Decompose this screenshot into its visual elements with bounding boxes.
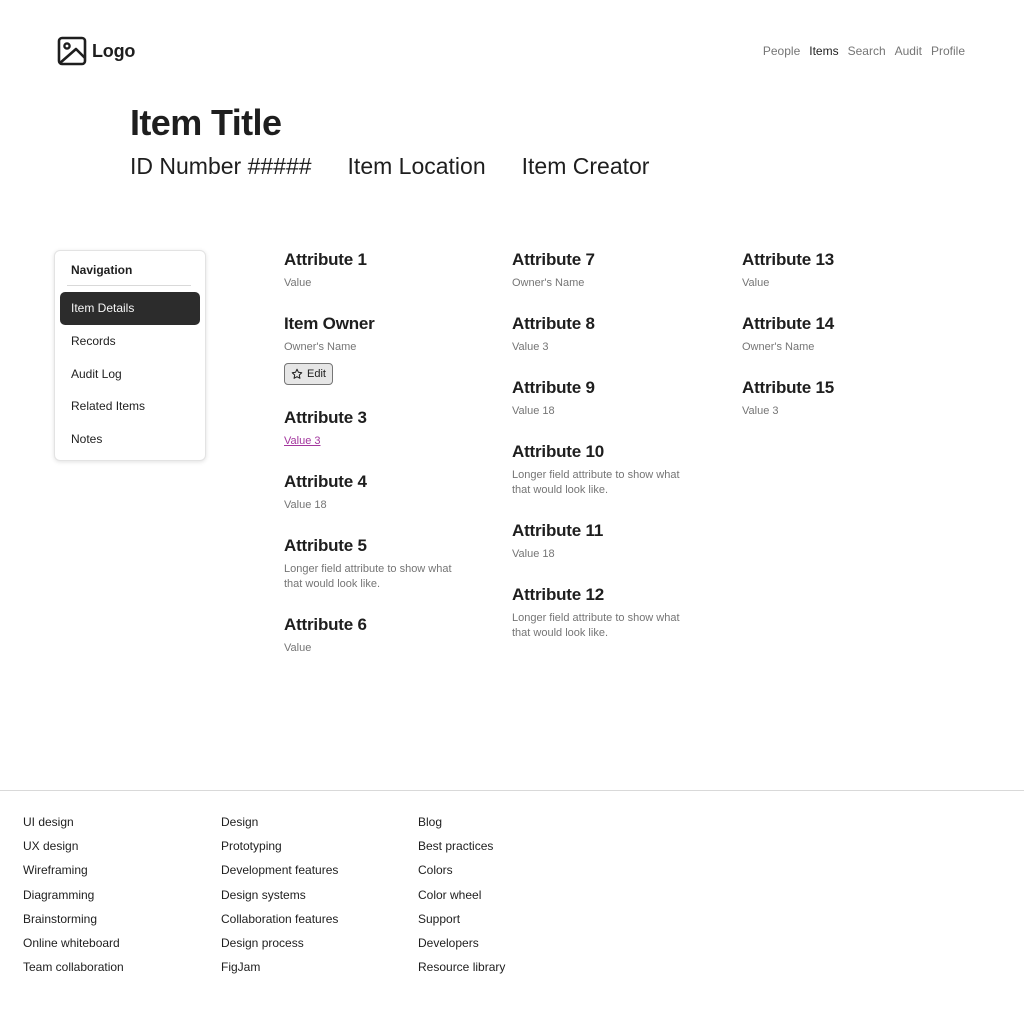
nav-link-profile[interactable]: Profile bbox=[931, 44, 965, 58]
sidebar-item-item-details[interactable]: Item Details bbox=[60, 292, 200, 325]
attribute-value: Longer field attribute to show what that… bbox=[512, 469, 680, 496]
edit-button-label: Edit bbox=[307, 368, 326, 380]
attribute-value: Value 3 bbox=[512, 341, 549, 353]
attribute-label: Attribute 10 bbox=[512, 442, 605, 461]
footer-column-3: Blog Best practices Colors Color wheel S… bbox=[418, 814, 505, 975]
attribute-label: Attribute 5 bbox=[284, 536, 367, 555]
item-owner: Item Owner Owner's Name Edit bbox=[284, 313, 494, 385]
item-location: Item Location bbox=[347, 153, 486, 179]
attribute-11: Attribute 11 Value 18 bbox=[512, 520, 722, 562]
footer-link[interactable]: Team collaboration bbox=[23, 959, 124, 975]
attribute-value: Value 18 bbox=[284, 499, 327, 511]
attribute-label: Item Owner bbox=[284, 314, 375, 333]
page-title: Item Title bbox=[130, 102, 282, 143]
footer-link[interactable]: Colors bbox=[418, 862, 505, 878]
star-icon bbox=[291, 368, 303, 379]
side-navigation: Navigation Item Details Records Audit Lo… bbox=[54, 250, 206, 461]
footer-link[interactable]: Support bbox=[418, 911, 505, 927]
attribute-6: Attribute 6 Value bbox=[284, 614, 494, 656]
nav-link-items[interactable]: Items bbox=[809, 44, 838, 58]
item-creator: Item Creator bbox=[521, 153, 650, 179]
divider bbox=[67, 285, 191, 286]
side-navigation-heading: Navigation bbox=[71, 263, 133, 277]
attribute-label: Attribute 13 bbox=[742, 250, 835, 269]
footer-link[interactable]: Best practices bbox=[418, 838, 505, 854]
attribute-13: Attribute 13 Value bbox=[742, 249, 952, 291]
footer-link[interactable]: UI design bbox=[23, 814, 124, 830]
sidebar-item-related-items[interactable]: Related Items bbox=[60, 390, 200, 423]
footer-link[interactable]: Design systems bbox=[221, 887, 338, 903]
attribute-label: Attribute 14 bbox=[742, 314, 835, 333]
attribute-9: Attribute 9 Value 18 bbox=[512, 377, 722, 419]
footer-link[interactable]: Developers bbox=[418, 935, 505, 951]
top-navigation: People Items Search Audit Profile bbox=[763, 44, 965, 58]
attribute-3: Attribute 3 Value 3 bbox=[284, 407, 494, 449]
footer-link[interactable]: UX design bbox=[23, 838, 124, 854]
attribute-column-1: Attribute 1 Value Item Owner Owner's Nam… bbox=[284, 249, 494, 678]
attribute-14: Attribute 14 Owner's Name bbox=[742, 313, 952, 355]
attribute-label: Attribute 12 bbox=[512, 585, 605, 604]
attribute-label: Attribute 6 bbox=[284, 615, 367, 634]
footer-link[interactable]: Brainstorming bbox=[23, 911, 124, 927]
attribute-label: Attribute 8 bbox=[512, 314, 595, 333]
attribute-value: Owner's Name bbox=[742, 341, 815, 353]
attribute-8: Attribute 8 Value 3 bbox=[512, 313, 722, 355]
attribute-column-2: Attribute 7 Owner's Name Attribute 8 Val… bbox=[512, 249, 722, 663]
logo[interactable]: Logo bbox=[57, 36, 135, 66]
attribute-label: Attribute 4 bbox=[284, 472, 367, 491]
attribute-value: Value 18 bbox=[512, 405, 555, 417]
nav-link-audit[interactable]: Audit bbox=[895, 44, 922, 58]
header: Logo People Items Search Audit Profile bbox=[0, 0, 1024, 100]
item-id: ID Number ##### bbox=[130, 153, 312, 179]
attribute-value: Owner's Name bbox=[284, 341, 357, 353]
attribute-10: Attribute 10 Longer field attribute to s… bbox=[512, 441, 722, 498]
footer-link[interactable]: Collaboration features bbox=[221, 911, 338, 927]
attribute-4: Attribute 4 Value 18 bbox=[284, 471, 494, 513]
logo-text: Logo bbox=[92, 40, 136, 61]
footer-link[interactable]: Development features bbox=[221, 862, 338, 878]
attribute-value: Value 18 bbox=[512, 548, 555, 560]
attribute-7: Attribute 7 Owner's Name bbox=[512, 249, 722, 291]
sidebar-item-notes[interactable]: Notes bbox=[60, 423, 200, 456]
attribute-value-link[interactable]: Value 3 bbox=[284, 434, 321, 449]
attribute-value: Value bbox=[742, 277, 770, 289]
attribute-label: Attribute 1 bbox=[284, 250, 367, 269]
footer-column-2: Design Prototyping Development features … bbox=[221, 814, 338, 975]
attribute-label: Attribute 3 bbox=[284, 408, 367, 427]
attribute-label: Attribute 15 bbox=[742, 378, 835, 397]
nav-link-search[interactable]: Search bbox=[848, 44, 886, 58]
footer-link[interactable]: FigJam bbox=[221, 959, 338, 975]
footer-link[interactable]: Diagramming bbox=[23, 887, 124, 903]
footer-link[interactable]: Color wheel bbox=[418, 887, 505, 903]
footer-link[interactable]: Wireframing bbox=[23, 862, 124, 878]
footer-link[interactable]: Online whiteboard bbox=[23, 935, 124, 951]
attribute-5: Attribute 5 Longer field attribute to sh… bbox=[284, 535, 494, 592]
nav-link-people[interactable]: People bbox=[763, 44, 800, 58]
item-meta: ID Number ##### Item Location Item Creat… bbox=[130, 153, 649, 180]
attribute-value: Value bbox=[284, 277, 312, 289]
attribute-15: Attribute 15 Value 3 bbox=[742, 377, 952, 419]
footer-link[interactable]: Resource library bbox=[418, 959, 505, 975]
attribute-value: Longer field attribute to show what that… bbox=[512, 612, 680, 639]
attribute-value: Value bbox=[284, 642, 312, 654]
attribute-label: Attribute 11 bbox=[512, 521, 604, 540]
sidebar-item-records[interactable]: Records bbox=[60, 325, 200, 358]
attribute-column-3: Attribute 13 Value Attribute 14 Owner's … bbox=[742, 249, 952, 441]
footer: UI design UX design Wireframing Diagramm… bbox=[0, 790, 1024, 1019]
footer-link[interactable]: Blog bbox=[418, 814, 505, 830]
attribute-label: Attribute 7 bbox=[512, 250, 595, 269]
image-icon bbox=[57, 36, 87, 66]
footer-link[interactable]: Design process bbox=[221, 935, 338, 951]
footer-link[interactable]: Prototyping bbox=[221, 838, 338, 854]
attribute-12: Attribute 12 Longer field attribute to s… bbox=[512, 584, 722, 641]
footer-link[interactable]: Design bbox=[221, 814, 338, 830]
attribute-value: Value 3 bbox=[742, 405, 779, 417]
edit-owner-button[interactable]: Edit bbox=[284, 363, 333, 385]
attribute-1: Attribute 1 Value bbox=[284, 249, 494, 291]
attribute-label: Attribute 9 bbox=[512, 378, 595, 397]
sidebar-item-audit-log[interactable]: Audit Log bbox=[60, 358, 200, 391]
attribute-value: Owner's Name bbox=[512, 277, 585, 289]
footer-column-1: UI design UX design Wireframing Diagramm… bbox=[23, 814, 124, 975]
attribute-value: Longer field attribute to show what that… bbox=[284, 563, 452, 590]
